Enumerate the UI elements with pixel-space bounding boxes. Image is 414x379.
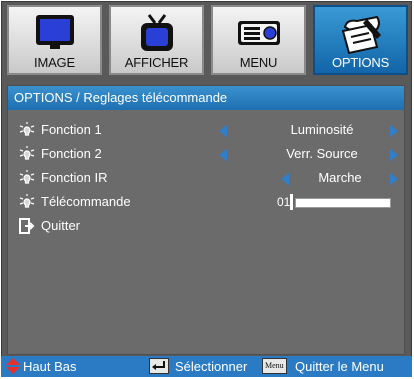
enter-key-icon — [149, 358, 169, 374]
tab-bar: IMAGE AFFICHER MENU OPTIONS — [7, 5, 408, 75]
row-quitter[interactable]: Quitter — [18, 216, 398, 236]
row-fonction-ir-value: Marche — [318, 170, 362, 185]
exit-icon — [19, 218, 35, 234]
tab-afficher[interactable]: AFFICHER — [109, 5, 204, 75]
up-down-icon — [6, 358, 20, 374]
right-arrow-icon[interactable] — [390, 125, 398, 137]
row-fonction-1-label: Fonction 1 — [41, 122, 102, 137]
projector-icon — [213, 13, 304, 55]
tab-options[interactable]: OPTIONS — [313, 5, 408, 75]
row-fonction-2-value: Verr. Source — [286, 146, 358, 161]
bulb-icon — [19, 146, 35, 160]
slider-value: 01 — [277, 195, 291, 209]
row-quitter-label: Quitter — [41, 218, 81, 233]
row-fonction-ir[interactable]: Fonction IR Marche — [18, 168, 398, 188]
row-fonction-1[interactable]: Fonction 1 Luminosité — [18, 120, 398, 140]
tab-menu[interactable]: MENU — [211, 5, 306, 75]
bulb-icon — [19, 194, 35, 208]
right-arrow-icon[interactable] — [390, 173, 398, 185]
row-fonction-2[interactable]: Fonction 2 Verr. Source — [18, 144, 398, 164]
tab-options-label: OPTIONS — [331, 55, 390, 70]
row-fonction-2-label: Fonction 2 — [41, 146, 102, 161]
tab-menu-label: MENU — [239, 55, 278, 70]
row-fonction-1-value: Luminosité — [290, 122, 354, 137]
row-telecommande[interactable]: Télécommande 01 — [18, 192, 398, 212]
bulb-icon — [19, 122, 35, 136]
bulb-icon — [19, 170, 35, 184]
options-panel: OPTIONS / Reglages télécommande Fonction… — [7, 85, 405, 355]
menu-key-icon: Menu — [262, 358, 287, 374]
left-arrow-icon[interactable] — [219, 125, 227, 137]
slider-handle[interactable] — [290, 194, 293, 210]
tab-image[interactable]: IMAGE — [7, 5, 102, 75]
options-icon — [315, 13, 406, 55]
panel-title: OPTIONS / Reglages télécommande — [8, 86, 404, 110]
tab-afficher-label: AFFICHER — [124, 55, 189, 70]
select-label: Sélectionner — [175, 359, 248, 374]
tab-image-label: IMAGE — [34, 55, 75, 70]
exit-menu-label: Quitter le Menu — [295, 359, 384, 374]
tv-icon — [111, 13, 202, 55]
right-arrow-icon[interactable] — [390, 149, 398, 161]
monitor-icon — [9, 13, 100, 55]
slider-track[interactable] — [295, 198, 391, 208]
left-arrow-icon[interactable] — [219, 149, 227, 161]
status-bar: Haut Bas Sélectionner Menu Quitter le Me… — [1, 356, 412, 377]
row-fonction-ir-label: Fonction IR — [41, 170, 108, 185]
nav-label: Haut Bas — [23, 359, 77, 374]
row-telecommande-label: Télécommande — [41, 194, 131, 209]
